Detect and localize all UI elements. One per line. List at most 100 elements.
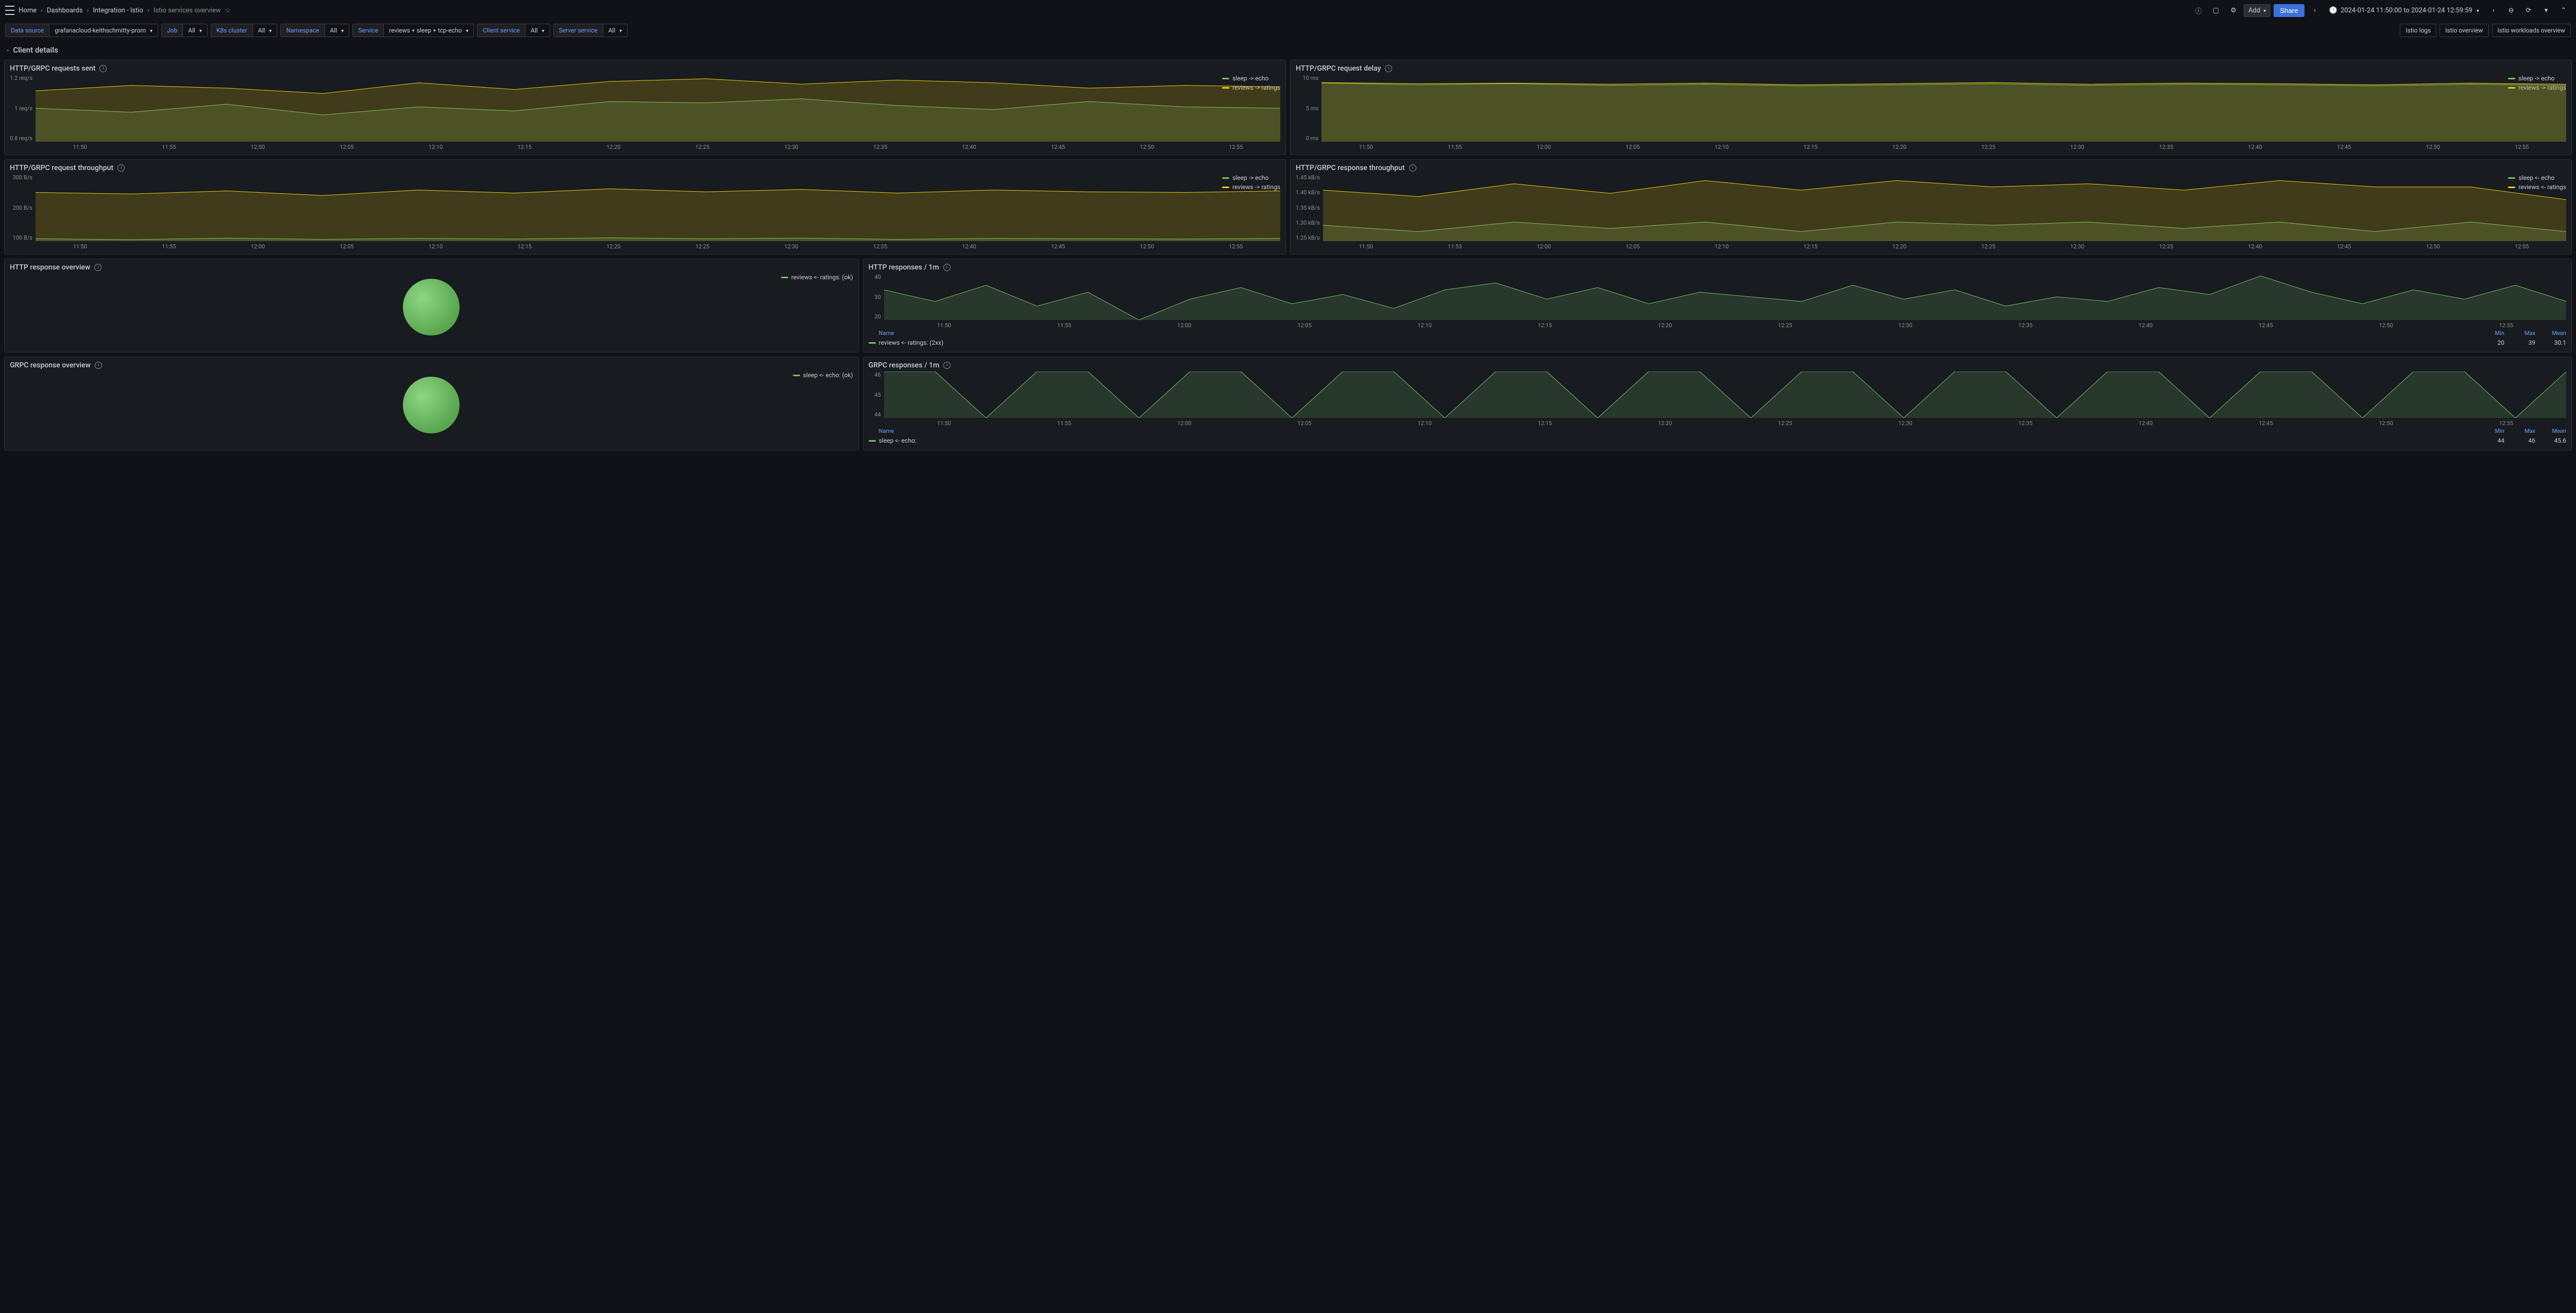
breadcrumb-dashboards[interactable]: Dashboards [47, 7, 83, 14]
panel-title: GRPC response overview [10, 361, 91, 369]
pie-chart[interactable] [10, 372, 853, 439]
refresh-dropdown-icon[interactable]: ▾ [2539, 3, 2553, 18]
filter-label: Server service [553, 24, 603, 37]
menu-icon[interactable] [5, 6, 14, 15]
legend: sleep <- echo: (ok) [793, 372, 853, 379]
stats-header: Name Min Max Mean [869, 427, 2566, 435]
filter-value[interactable]: All [603, 24, 628, 37]
refresh-icon[interactable]: ⟳ [2521, 3, 2536, 18]
stat-min: 20 [2473, 339, 2504, 346]
panel-title: GRPC responses / 1m [869, 361, 940, 369]
x-axis: 11:5011:5512:0012:0512:1012:1512:2012:25… [10, 142, 1280, 150]
chevron-right-icon[interactable]: › [2486, 3, 2501, 18]
info-icon[interactable]: i [94, 264, 101, 271]
time-range-picker[interactable]: 🕐 2024-01-24 11:50:00 to 2024-01-24 12:5… [2325, 5, 2483, 16]
plot[interactable] [1321, 75, 2566, 142]
stat-max: 46 [2504, 437, 2535, 444]
panel-response-throughput: HTTP/GRPC response throughput i sleep <-… [1290, 159, 2572, 255]
panel-http-response-overview: HTTP response overview i reviews <- rati… [4, 259, 859, 352]
series-swatch [869, 440, 876, 442]
section-header[interactable]: › Client details [0, 40, 2576, 60]
y-axis: 1.2 req/s1 req/s0.8 req/s [10, 75, 36, 142]
info-icon[interactable]: i [1409, 164, 1416, 172]
plot[interactable] [884, 372, 2566, 418]
legend: reviews <- ratings: (ok) [781, 274, 853, 281]
link-istio-workloads[interactable]: Istio workloads overview [2492, 24, 2571, 37]
gear-icon[interactable]: ⚙ [2226, 3, 2241, 18]
chevron-left-icon[interactable]: ‹ [2308, 3, 2322, 18]
x-axis: 11:5011:5512:0012:0512:1012:1512:2012:25… [10, 241, 1280, 250]
info-icon[interactable]: i [117, 164, 125, 172]
plot[interactable] [1323, 174, 2566, 241]
chart-area: 10 ms5 ms0 ms [1296, 75, 2566, 142]
stat-mean: 30.1 [2535, 339, 2566, 346]
info-icon[interactable]: i [943, 362, 951, 369]
filter-value[interactable]: reviews + sleep + tcp-echo [384, 24, 474, 37]
legend-item[interactable]: reviews <- ratings: (ok) [781, 274, 853, 281]
filter-value[interactable]: All [526, 24, 550, 37]
stats-row[interactable]: sleep <- echo: 44 46 45.6 [869, 435, 2566, 446]
link-istio-overview[interactable]: Istio overview [2439, 24, 2488, 37]
tv-icon[interactable]: ▢ [2209, 3, 2223, 18]
filter-value[interactable]: All [325, 24, 350, 37]
add-label: Add [2248, 7, 2260, 14]
x-axis: 11:5011:5512:0012:0512:1012:1512:2012:25… [869, 418, 2566, 427]
panel-requests-sent: HTTP/GRPC requests sent i sleep -> echo … [4, 60, 1286, 155]
filter-label: Namespace [280, 24, 325, 37]
breadcrumb-current: Istio services overview [154, 7, 221, 14]
info-icon[interactable]: i [943, 264, 951, 271]
x-axis: 11:5011:5512:0012:0512:1012:1512:2012:25… [1296, 241, 2566, 250]
add-button[interactable]: Add [2244, 4, 2270, 17]
panel-grpc-response-overview: GRPC response overview i sleep <- echo: … [4, 357, 859, 450]
filter-label: Service [352, 24, 384, 37]
info-icon[interactable]: ⓘ [2191, 3, 2206, 18]
panel-title: HTTP/GRPC request throughput [10, 164, 113, 172]
clock-icon: 🕐 [2329, 7, 2337, 14]
share-button[interactable]: Share [2274, 4, 2304, 17]
legend-item[interactable]: sleep <- echo: (ok) [793, 372, 853, 379]
top-right-controls: ⓘ ▢ ⚙ Add Share ‹ 🕐 2024-01-24 11:50:00 … [2191, 3, 2571, 18]
filter-label: Job [161, 24, 183, 37]
filter-label: Data source [5, 24, 49, 37]
filter-value[interactable]: grafanacloud-keithschmitty-prom [49, 24, 158, 37]
chart-area: 300 B/s200 B/s100 B/s [10, 174, 1280, 241]
star-icon[interactable]: ☆ [225, 7, 231, 14]
filter-client-service: Client service All [477, 24, 550, 37]
panel-grpc-responses-1m: GRPC responses / 1m i 464544 11:5011:551… [863, 357, 2572, 450]
filter-job: Job All [161, 24, 208, 37]
info-icon[interactable]: i [95, 362, 102, 369]
filter-value[interactable]: All [253, 24, 278, 37]
chevron-right-icon: › [147, 7, 149, 14]
panel-title: HTTP response overview [10, 263, 90, 272]
y-axis: 10 ms5 ms0 ms [1296, 75, 1321, 142]
link-istio-logs[interactable]: Istio logs [2400, 24, 2436, 37]
plot[interactable] [884, 274, 2566, 320]
chevron-right-icon: › [87, 7, 89, 14]
collapse-icon[interactable]: ⌃ [2556, 3, 2571, 18]
series-name: sleep <- echo: [879, 437, 2473, 444]
info-icon[interactable]: i [1385, 65, 1392, 72]
series-swatch [869, 342, 876, 344]
info-icon[interactable]: i [99, 65, 107, 72]
series-name: reviews <- ratings: (2xx) [879, 339, 2473, 346]
stats-row[interactable]: reviews <- ratings: (2xx) 20 39 30.1 [869, 338, 2566, 348]
top-bar: Home › Dashboards › Integration - Istio … [0, 0, 2576, 21]
pie-chart[interactable] [10, 274, 853, 341]
filter-server-service: Server service All [553, 24, 628, 37]
breadcrumb-home[interactable]: Home [19, 7, 37, 14]
chart-area: 1.2 req/s1 req/s0.8 req/s [10, 75, 1280, 142]
plot[interactable] [36, 75, 1280, 142]
panel-title: HTTP/GRPC response throughput [1296, 164, 1405, 172]
panel-title: HTTP/GRPC requests sent [10, 64, 95, 73]
breadcrumb-integration[interactable]: Integration - Istio [93, 7, 143, 14]
chart-area: 464544 [869, 372, 2566, 418]
filter-data-source: Data source grafanacloud-keithschmitty-p… [5, 24, 158, 37]
plot[interactable] [36, 174, 1280, 241]
filter-value[interactable]: All [183, 24, 208, 37]
panel-title: HTTP/GRPC request delay [1296, 64, 1381, 73]
y-axis: 300 B/s200 B/s100 B/s [10, 174, 36, 241]
zoom-out-icon[interactable]: ⊖ [2504, 3, 2518, 18]
filter-label: Client service [477, 24, 526, 37]
x-axis: 11:5011:5512:0012:0512:1012:1512:2012:25… [869, 320, 2566, 329]
time-range-text: 2024-01-24 11:50:00 to 2024-01-24 12:59:… [2341, 7, 2472, 14]
